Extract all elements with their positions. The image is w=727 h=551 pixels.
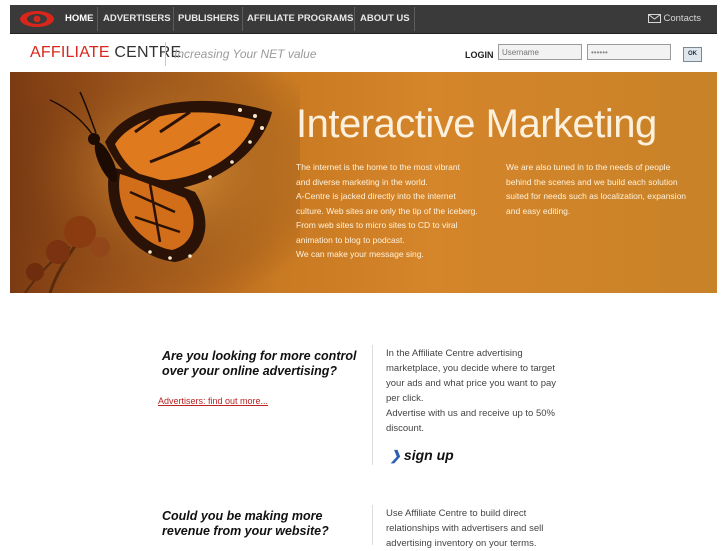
nav-divider (242, 7, 243, 31)
brand-divider (165, 42, 166, 66)
hero-text-line: We can make your message sing. (296, 249, 424, 259)
eye-logo-icon[interactable] (18, 10, 56, 28)
nav-about-us[interactable]: ABOUT US (360, 5, 410, 33)
desc-line: In the Affiliate Centre advertising (386, 348, 523, 359)
hero-text-line: We are also tuned in to the needs of peo… (506, 162, 671, 172)
hero-title: Interactive Marketing (296, 102, 657, 146)
login-ok-button[interactable]: OK (683, 47, 702, 62)
desc-line: Advertise with us and receive up to 50% (386, 408, 555, 419)
hero-text-line: The internet is the home to the most vib… (296, 162, 460, 172)
brand-name-part1: AFFILIATE (30, 44, 110, 61)
brand-logo[interactable]: AFFILIATE CENTRE (30, 44, 181, 62)
section-divider (372, 345, 373, 465)
nav-divider (354, 7, 355, 31)
desc-line: relationships with advertisers and sell (386, 523, 544, 534)
desc-line: your ads and what price you want to pay (386, 378, 557, 389)
question-line: Could you be making more (162, 509, 323, 523)
mail-icon[interactable] (648, 14, 661, 23)
question-line: revenue from your website? (162, 524, 329, 538)
nav-home[interactable]: HOME (65, 5, 94, 33)
sign-up-label: sign up (403, 447, 454, 463)
sign-up-button[interactable]: ❯ sign up (390, 447, 454, 464)
hero-text-line: suited for needs such as localization, e… (506, 191, 687, 201)
nav-divider (97, 7, 98, 31)
nav-divider (173, 7, 174, 31)
advertisers-find-out-more-link[interactable]: Advertisers: find out more... (158, 396, 268, 406)
hero-text-line: From web sites to micro sites to CD to v… (296, 220, 458, 230)
login-label: LOGIN (465, 50, 494, 60)
desc-line: Use Affiliate Centre to build direct (386, 508, 527, 519)
publishers-description: Use Affiliate Centre to build direct rel… (386, 506, 586, 551)
hero-text-line: animation to blog to podcast. (296, 234, 405, 245)
desc-line: advertising inventory on your terms. (386, 538, 537, 549)
question-line: Are you looking for more control (162, 349, 357, 363)
publishers-question: Could you be making more revenue from yo… (162, 509, 372, 539)
hero-text-right: We are also tuned in to the needs of peo… (506, 160, 706, 218)
desc-line: discount. (386, 423, 425, 434)
desc-line: marketplace, you decide where to target (386, 363, 555, 374)
advertisers-description: In the Affiliate Centre advertising mark… (386, 346, 586, 436)
nav-affiliate-programs[interactable]: AFFILIATE PROGRAMS (247, 5, 353, 33)
butterfly-image (10, 72, 300, 293)
hero-text-line: behind the scenes and we build each solu… (506, 176, 678, 187)
hero-text-line: and easy editing. (506, 205, 571, 216)
advertisers-question: Are you looking for more control over yo… (162, 349, 372, 379)
hero-text-left: The internet is the home to the most vib… (296, 160, 496, 262)
nav-advertisers[interactable]: ADVERTISERS (103, 5, 171, 33)
hero-banner: Interactive Marketing The internet is th… (10, 72, 717, 293)
password-input[interactable] (587, 44, 671, 60)
username-input[interactable] (498, 44, 582, 60)
arrow-right-icon: ❯ (390, 448, 401, 463)
section-divider (372, 505, 373, 545)
tagline: Increasing Your NET value (174, 47, 317, 61)
hero-text-line: culture. Web sites are only the tip of t… (296, 205, 478, 216)
top-nav-bar: HOME ADVERTISERS PUBLISHERS AFFILIATE PR… (10, 5, 717, 34)
nav-divider (414, 7, 415, 31)
question-line: over your online advertising? (162, 364, 338, 378)
hero-text-line: and diverse marketing in the world. (296, 176, 428, 187)
contacts-link[interactable]: Contacts (664, 5, 702, 33)
hero-text-line: A-Centre is jacked directly into the int… (296, 191, 456, 201)
desc-line: per click. (386, 393, 424, 404)
nav-publishers[interactable]: PUBLISHERS (178, 5, 239, 33)
brand-name-part2: CENTRE (114, 44, 182, 61)
